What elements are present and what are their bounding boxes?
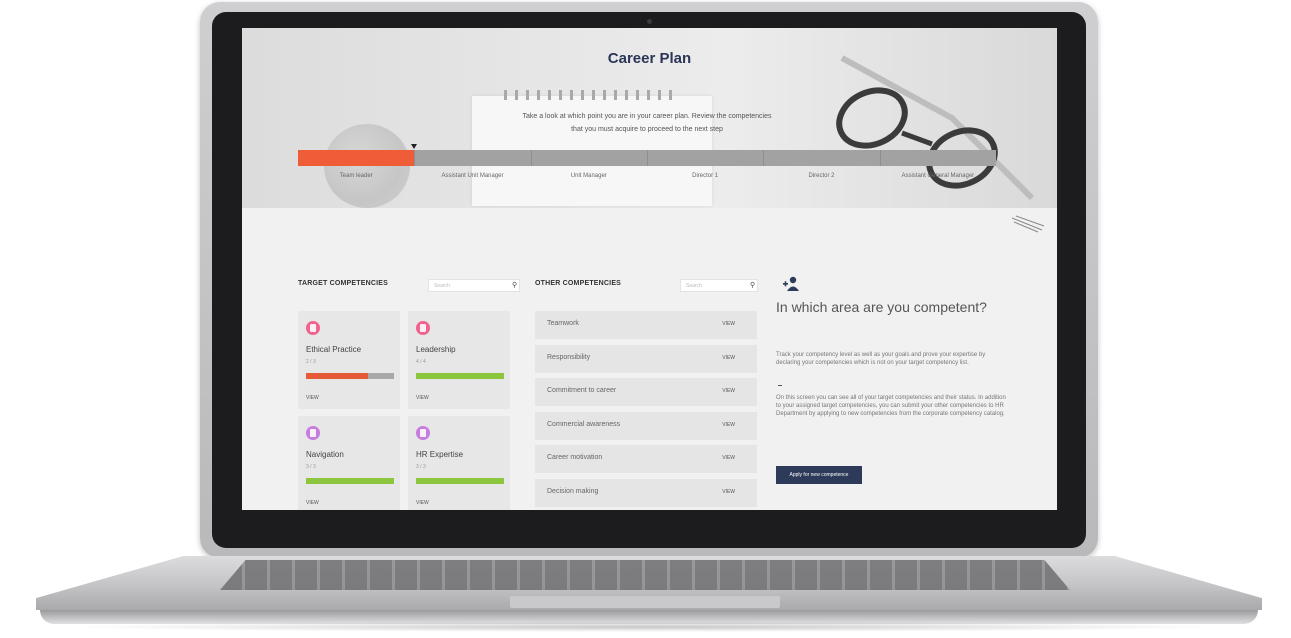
competency-name: Decision making <box>547 488 599 495</box>
competency-name: Commitment to career <box>547 387 617 394</box>
other-competency-row[interactable]: Commitment to career VIEW <box>535 378 757 406</box>
search-icon[interactable]: ⚲ <box>512 281 517 289</box>
view-link[interactable]: VIEW <box>722 455 735 461</box>
view-link[interactable]: VIEW <box>306 395 319 401</box>
competency-count: 3 / 3 <box>306 464 316 470</box>
career-step-4[interactable]: Director 1 <box>647 173 763 179</box>
glasses-decoration <box>836 55 1035 201</box>
competency-progress-bar <box>306 478 394 484</box>
other-competency-row[interactable]: Career motivation VIEW <box>535 445 757 473</box>
other-competency-row[interactable]: Responsibility VIEW <box>535 345 757 373</box>
career-ladder-current-fill <box>298 150 415 166</box>
plant-decoration <box>324 124 410 208</box>
competency-progress-fill <box>306 373 368 379</box>
view-link[interactable]: VIEW <box>416 395 429 401</box>
competency-name: Career motivation <box>547 454 603 461</box>
competency-name: Ethical Practice <box>306 345 362 354</box>
competency-card[interactable]: Ethical Practice 2 / 3 VIEW <box>298 311 400 409</box>
competency-card[interactable]: HR Expertise 3 / 3 VIEW <box>408 416 510 510</box>
other-competency-row[interactable]: Teamwork VIEW <box>535 311 757 339</box>
competency-badge-icon <box>416 426 430 440</box>
competency-name: Commercial awareness <box>547 421 621 428</box>
competency-badge-icon <box>416 321 430 335</box>
laptop-keyboard <box>220 560 1070 590</box>
target-competencies-title: TARGET COMPETENCIES <box>298 280 389 287</box>
target-search-input[interactable]: Search <box>428 279 520 292</box>
info-title: In which area are you competent? <box>776 299 987 315</box>
competency-card[interactable]: Navigation 3 / 3 VIEW <box>298 416 400 510</box>
camera-icon <box>647 19 652 24</box>
competency-badge-icon <box>306 426 320 440</box>
other-search-input[interactable]: Search <box>680 279 758 292</box>
info-details: On this screen you can see all of your t… <box>776 395 1006 417</box>
career-step-1[interactable]: Team leader <box>298 173 414 179</box>
career-ladder-separator <box>879 150 881 166</box>
career-ladder-separator <box>414 150 416 166</box>
view-link[interactable]: VIEW <box>722 489 735 495</box>
view-link[interactable]: VIEW <box>722 355 735 361</box>
career-step-2[interactable]: Assistant Unit Manager <box>414 173 530 179</box>
view-link[interactable]: VIEW <box>722 388 735 394</box>
career-step-5[interactable]: Director 2 <box>763 173 879 179</box>
intro-line-2: that you must acquire to proceed to the … <box>571 126 723 133</box>
competency-progress-bar <box>306 373 394 379</box>
competency-progress-fill <box>416 373 504 379</box>
other-competencies-title: OTHER COMPETENCIES <box>535 280 622 287</box>
competency-badge-icon <box>306 321 320 335</box>
competency-progress-bar <box>416 478 504 484</box>
competency-progress-bar <box>416 373 504 379</box>
view-link[interactable]: VIEW <box>416 500 429 506</box>
career-ladder-labels: Team leader Assistant Unit Manager Unit Ma… <box>298 173 996 179</box>
view-link[interactable]: VIEW <box>306 500 319 506</box>
competency-count: 3 / 3 <box>416 464 426 470</box>
add-person-icon <box>783 276 799 291</box>
competency-count: 4 / 4 <box>416 359 426 365</box>
page-title: Career Plan <box>607 50 692 67</box>
competency-name: Leadership <box>416 345 456 354</box>
apply-new-competence-button[interactable]: Apply for new competence <box>776 466 862 484</box>
divider <box>778 385 782 386</box>
career-ladder-separator <box>530 150 532 166</box>
competency-name: Responsibility <box>547 354 591 361</box>
competency-name: HR Expertise <box>416 450 464 459</box>
competency-card[interactable]: Leadership 4 / 4 VIEW <box>408 311 510 409</box>
competency-count: 2 / 3 <box>306 359 316 365</box>
competency-name: Teamwork <box>547 320 579 327</box>
view-link[interactable]: VIEW <box>722 422 735 428</box>
competency-name: Navigation <box>306 450 344 459</box>
laptop-shadow <box>60 622 1230 632</box>
laptop-trackpad <box>510 596 780 608</box>
info-description: Track your competency level as well as y… <box>776 352 986 366</box>
other-competency-row[interactable]: Decision making VIEW <box>535 479 757 507</box>
search-icon[interactable]: ⚲ <box>750 281 755 289</box>
view-link[interactable]: VIEW <box>722 321 735 327</box>
other-competency-row[interactable]: Commercial awareness VIEW <box>535 412 757 440</box>
current-position-marker <box>411 144 418 149</box>
career-step-6[interactable]: Assistant General Manager <box>880 173 996 179</box>
intro-line-1: Take a look at which point you are in yo… <box>522 113 772 120</box>
career-step-3[interactable]: Unit Manager <box>531 173 647 179</box>
career-ladder-separator <box>647 150 648 166</box>
paperclip-icon <box>1011 215 1045 233</box>
notebook-spiral <box>504 90 674 100</box>
career-plan-intro: Take a look at which point you are in yo… <box>482 110 812 136</box>
career-ladder-bar <box>298 144 996 166</box>
competency-progress-fill <box>416 478 504 484</box>
app-screen: Career Plan Take a look at which point y… <box>242 28 1057 510</box>
competency-progress-fill <box>306 478 394 484</box>
career-ladder-separator <box>763 150 765 166</box>
